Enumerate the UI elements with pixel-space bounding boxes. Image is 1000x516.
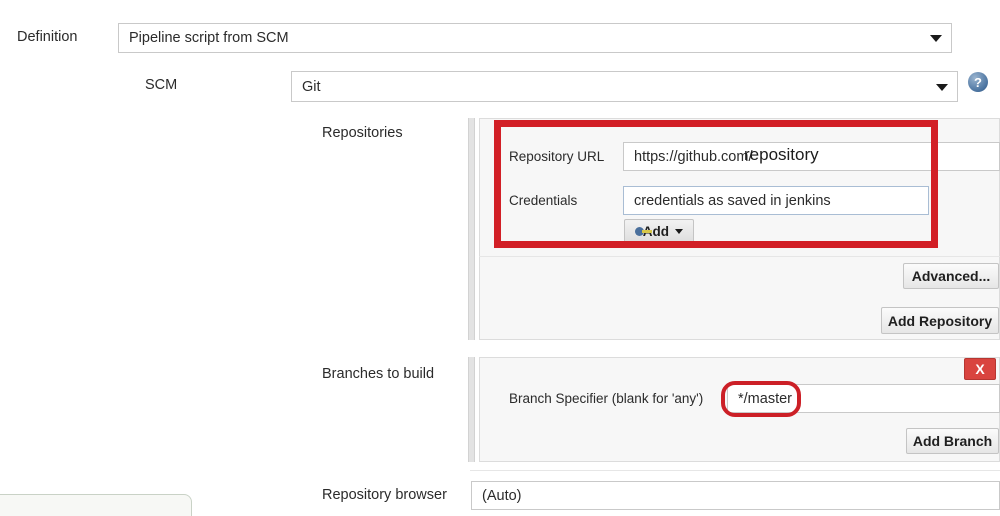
scm-select[interactable]: Git [291,71,958,102]
repository-browser-label: Repository browser [322,487,447,503]
help-icon-glyph: ? [974,74,982,90]
repository-url-value: https://github.com/ [634,148,753,165]
jenkins-pipeline-scm-config-screenshot: Definition Pipeline script from SCM SCM … [0,0,1000,516]
credentials-select[interactable]: credentials as saved in jenkins [623,186,929,215]
repository-browser-divider [470,470,1000,471]
advanced-button[interactable]: Advanced... [903,263,999,289]
chevron-down-icon [675,228,683,234]
add-credentials-button[interactable]: Add [624,219,694,243]
branch-specifier-label: Branch Specifier (blank for 'any') [509,391,704,406]
delete-branch-button[interactable]: X [964,358,996,380]
definition-select-value: Pipeline script from SCM [129,30,289,46]
key-icon [635,226,651,237]
branch-specifier-value: */master [738,390,792,407]
repositories-section-gutter [468,118,475,340]
definition-select[interactable]: Pipeline script from SCM [118,23,952,53]
scm-select-value: Git [302,78,321,95]
scm-label: SCM [145,77,178,93]
help-question-icon[interactable]: ? [968,72,988,92]
chevron-down-icon [936,83,948,91]
definition-label: Definition [17,29,78,45]
branches-section-gutter [468,357,475,462]
branch-specifier-input[interactable]: */master [727,384,1000,413]
repository-browser-select[interactable]: (Auto) [471,481,1000,510]
credentials-label: Credentials [509,193,578,208]
repository-url-label: Repository URL [509,149,605,164]
credentials-value: credentials as saved in jenkins [634,192,831,209]
add-branch-button[interactable]: Add Branch [906,428,999,454]
repositories-divider [479,256,1000,257]
repository-browser-value: (Auto) [482,487,522,504]
repository-annotation-text: repository [744,145,819,164]
repositories-label: Repositories [322,125,403,141]
add-repository-button[interactable]: Add Repository [881,307,999,334]
branches-to-build-label: Branches to build [322,366,435,382]
chevron-down-icon [930,35,942,42]
sidebar-widget-panel [0,494,192,516]
